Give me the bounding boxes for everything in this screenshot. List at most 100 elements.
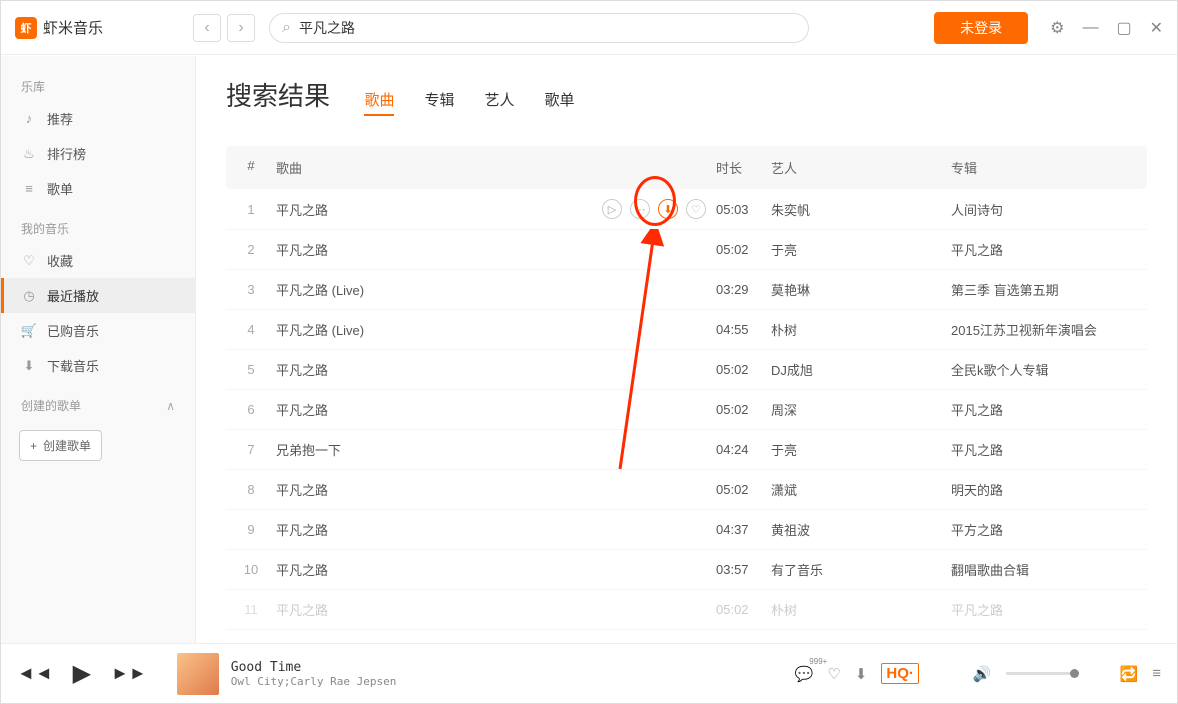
login-button[interactable]: 未登录 <box>934 12 1028 44</box>
row-artist: 有了音乐 <box>771 560 951 579</box>
table-row[interactable]: 11 平凡之路 05:02 朴树 平凡之路 <box>226 590 1147 630</box>
sidebar-item-label: 歌单 <box>47 179 73 198</box>
hq-badge[interactable]: HQ· <box>881 663 919 684</box>
search-input[interactable] <box>299 20 796 36</box>
row-artist: 黄祖波 <box>771 520 951 539</box>
row-num: 2 <box>226 242 276 257</box>
row-album: 平方之路 <box>951 520 1147 539</box>
table-row[interactable]: 1 平凡之路 ▷ ⋯ ⬇ ♡ 05:03 朱奕帆 人间诗句 <box>226 189 1147 230</box>
col-song: 歌曲 <box>276 158 716 177</box>
plus-icon: + <box>30 439 37 453</box>
sidebar-item[interactable]: ≡ 歌单 <box>1 171 195 206</box>
close-icon[interactable]: ✕ <box>1150 18 1163 38</box>
download-icon: ⬇ <box>21 358 37 374</box>
row-num: 11 <box>226 602 276 617</box>
table-row[interactable]: 6 平凡之路 05:02 周深 平凡之路 <box>226 390 1147 430</box>
loop-icon[interactable]: 🔁 <box>1120 665 1139 683</box>
album-cover[interactable] <box>177 653 219 695</box>
row-album: 平凡之路 <box>951 440 1147 459</box>
more-icon[interactable]: ⋯ <box>630 199 650 219</box>
volume-slider[interactable] <box>1006 672 1076 675</box>
queue-icon[interactable]: ≡ <box>1152 665 1161 682</box>
search-box[interactable]: ⌕ <box>269 13 809 43</box>
row-num: 10 <box>226 562 276 577</box>
row-song: 平凡之路 <box>276 240 716 259</box>
nav-back-button[interactable]: ‹ <box>193 14 221 42</box>
list-icon: ≡ <box>21 181 37 197</box>
table-row[interactable]: 4 平凡之路 (Live) 04:55 朴树 2015江苏卫视新年演唱会 <box>226 310 1147 350</box>
next-button[interactable]: ►► <box>111 663 147 684</box>
header-icons: ⚙ — ▢ ✕ <box>1050 18 1163 38</box>
sidebar-item-label: 已购音乐 <box>47 321 99 340</box>
table-row[interactable]: 2 平凡之路 05:02 于亮 平凡之路 <box>226 230 1147 270</box>
table-row[interactable]: 3 平凡之路 (Live) 03:29 莫艳琳 第三季 盲选第五期 <box>226 270 1147 310</box>
tab-专辑[interactable]: 专辑 <box>424 89 454 116</box>
minimize-icon[interactable]: — <box>1082 19 1098 37</box>
table-row[interactable]: 9 平凡之路 04:37 黄祖波 平方之路 <box>226 510 1147 550</box>
heart-icon[interactable]: ♡ <box>686 199 706 219</box>
row-dur: 05:02 <box>716 362 771 377</box>
table-row[interactable]: 5 平凡之路 05:02 DJ成旭 全民k歌个人专辑 <box>226 350 1147 390</box>
row-album: 全民k歌个人专辑 <box>951 360 1147 379</box>
row-dur: 04:37 <box>716 522 771 537</box>
row-dur: 04:24 <box>716 442 771 457</box>
app-name: 虾米音乐 <box>43 17 103 38</box>
sidebar-item[interactable]: ♪推荐 <box>1 101 195 136</box>
maximize-icon[interactable]: ▢ <box>1116 18 1131 38</box>
player-controls: ◄◄ ▶ ►► <box>17 659 147 688</box>
track-meta: Good Time Owl City;Carly Rae Jepsen <box>231 660 397 688</box>
row-album: 翻唱歌曲合辑 <box>951 560 1147 579</box>
play-button[interactable]: ▶ <box>73 659 91 688</box>
row-artist: 朴树 <box>771 320 951 339</box>
comment-icon[interactable]: 💬 <box>795 665 814 683</box>
row-num: 8 <box>226 482 276 497</box>
like-icon[interactable]: ♡ <box>827 665 840 683</box>
row-num: 5 <box>226 362 276 377</box>
row-num: 1 <box>226 202 276 217</box>
tab-歌曲[interactable]: 歌曲 <box>364 89 394 116</box>
cart-icon: 🛒 <box>21 323 37 339</box>
nav-arrows: ‹ › <box>193 14 255 42</box>
player-right: 💬 ♡ ⬇ HQ· 🔊 🔁 ≡ <box>795 663 1161 684</box>
sidebar-item[interactable]: 🛒 已购音乐 <box>1 313 195 348</box>
heart-icon: ♡ <box>21 253 37 269</box>
row-album: 人间诗句 <box>951 200 1147 219</box>
sidebar-item[interactable]: ⬇下载音乐 <box>1 348 195 383</box>
tab-艺人[interactable]: 艺人 <box>485 89 515 116</box>
row-artist: 朴树 <box>771 600 951 619</box>
settings-icon[interactable]: ⚙ <box>1050 18 1064 38</box>
chevron-up-icon[interactable]: ∧ <box>166 399 175 413</box>
tab-歌单[interactable]: 歌单 <box>545 89 575 116</box>
play-icon[interactable]: ▷ <box>602 199 622 219</box>
row-dur: 03:57 <box>716 562 771 577</box>
prev-button[interactable]: ◄◄ <box>17 663 53 684</box>
download-icon[interactable]: ⬇ <box>658 199 678 219</box>
row-song: 平凡之路 (Live) <box>276 280 716 299</box>
sidebar-item-label: 收藏 <box>47 251 73 270</box>
table-row[interactable]: 10 平凡之路 03:57 有了音乐 翻唱歌曲合辑 <box>226 550 1147 590</box>
sidebar-section-library: 乐库 <box>1 72 195 101</box>
logo-icon: 虾 <box>15 17 37 39</box>
row-song: 平凡之路 (Live) <box>276 320 716 339</box>
sidebar: 乐库 ♪推荐♨排行榜≡歌单 我的音乐 ♡收藏◷最近播放🛒已购音乐⬇下载音乐 创建… <box>1 56 196 645</box>
row-artist: 潇斌 <box>771 480 951 499</box>
row-song: 兄弟抱一下 <box>276 440 716 459</box>
row-artist: 莫艳琳 <box>771 280 951 299</box>
track-title: Good Time <box>231 660 397 675</box>
table-row[interactable]: 7 兄弟抱一下 04:24 于亮 平凡之路 <box>226 430 1147 470</box>
app-logo[interactable]: 虾 虾米音乐 <box>15 17 103 39</box>
track-artist: Owl City;Carly Rae Jepsen <box>231 675 397 688</box>
volume-icon[interactable]: 🔊 <box>973 665 992 683</box>
clock-icon: ◷ <box>21 288 37 304</box>
table-row[interactable]: 8 平凡之路 05:02 潇斌 明天的路 <box>226 470 1147 510</box>
nav-forward-button[interactable]: › <box>227 14 255 42</box>
download-icon[interactable]: ⬇ <box>855 665 868 683</box>
sidebar-item[interactable]: ◷最近播放 <box>1 278 195 313</box>
row-dur: 05:02 <box>716 242 771 257</box>
row-song: 平凡之路 <box>276 560 716 579</box>
player-bar: ◄◄ ▶ ►► Good Time Owl City;Carly Rae Jep… <box>1 643 1177 703</box>
sidebar-item[interactable]: ♡ 收藏 <box>1 243 195 278</box>
create-playlist-button[interactable]: + 创建歌单 <box>19 430 102 461</box>
row-song: 平凡之路 <box>276 360 716 379</box>
sidebar-item[interactable]: ♨排行榜 <box>1 136 195 171</box>
